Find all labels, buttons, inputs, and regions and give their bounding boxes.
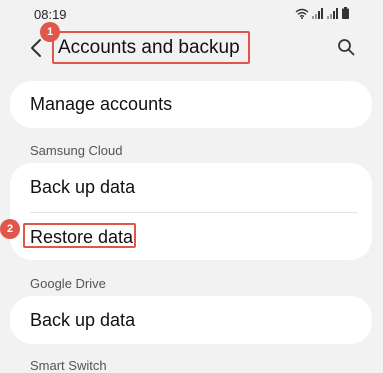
google-backup-item[interactable]: Back up data: [30, 310, 135, 331]
manage-accounts-card[interactable]: Manage accounts: [10, 81, 372, 128]
battery-icon: [342, 7, 349, 19]
restore-highlight: [23, 223, 136, 248]
signal-icon: [327, 8, 338, 19]
google-drive-card: Back up data: [10, 296, 372, 344]
step-badge-1: 1: [40, 22, 60, 42]
status-icons: [295, 7, 349, 19]
step-badge-2: 2: [0, 219, 20, 239]
smart-switch-header: Smart Switch: [30, 358, 107, 373]
samsung-backup-item[interactable]: Back up data: [30, 177, 135, 198]
divider: [30, 212, 358, 213]
google-drive-header: Google Drive: [30, 276, 106, 291]
signal-icon: [312, 8, 323, 19]
search-icon[interactable]: [337, 38, 355, 56]
status-bar: 08:19: [0, 0, 383, 28]
status-time: 08:19: [34, 7, 67, 22]
title-highlight: [52, 31, 250, 64]
back-arrow-icon[interactable]: [28, 37, 44, 59]
wifi-icon: [295, 8, 309, 19]
manage-accounts-item[interactable]: Manage accounts: [30, 94, 172, 115]
samsung-cloud-header: Samsung Cloud: [30, 143, 123, 158]
